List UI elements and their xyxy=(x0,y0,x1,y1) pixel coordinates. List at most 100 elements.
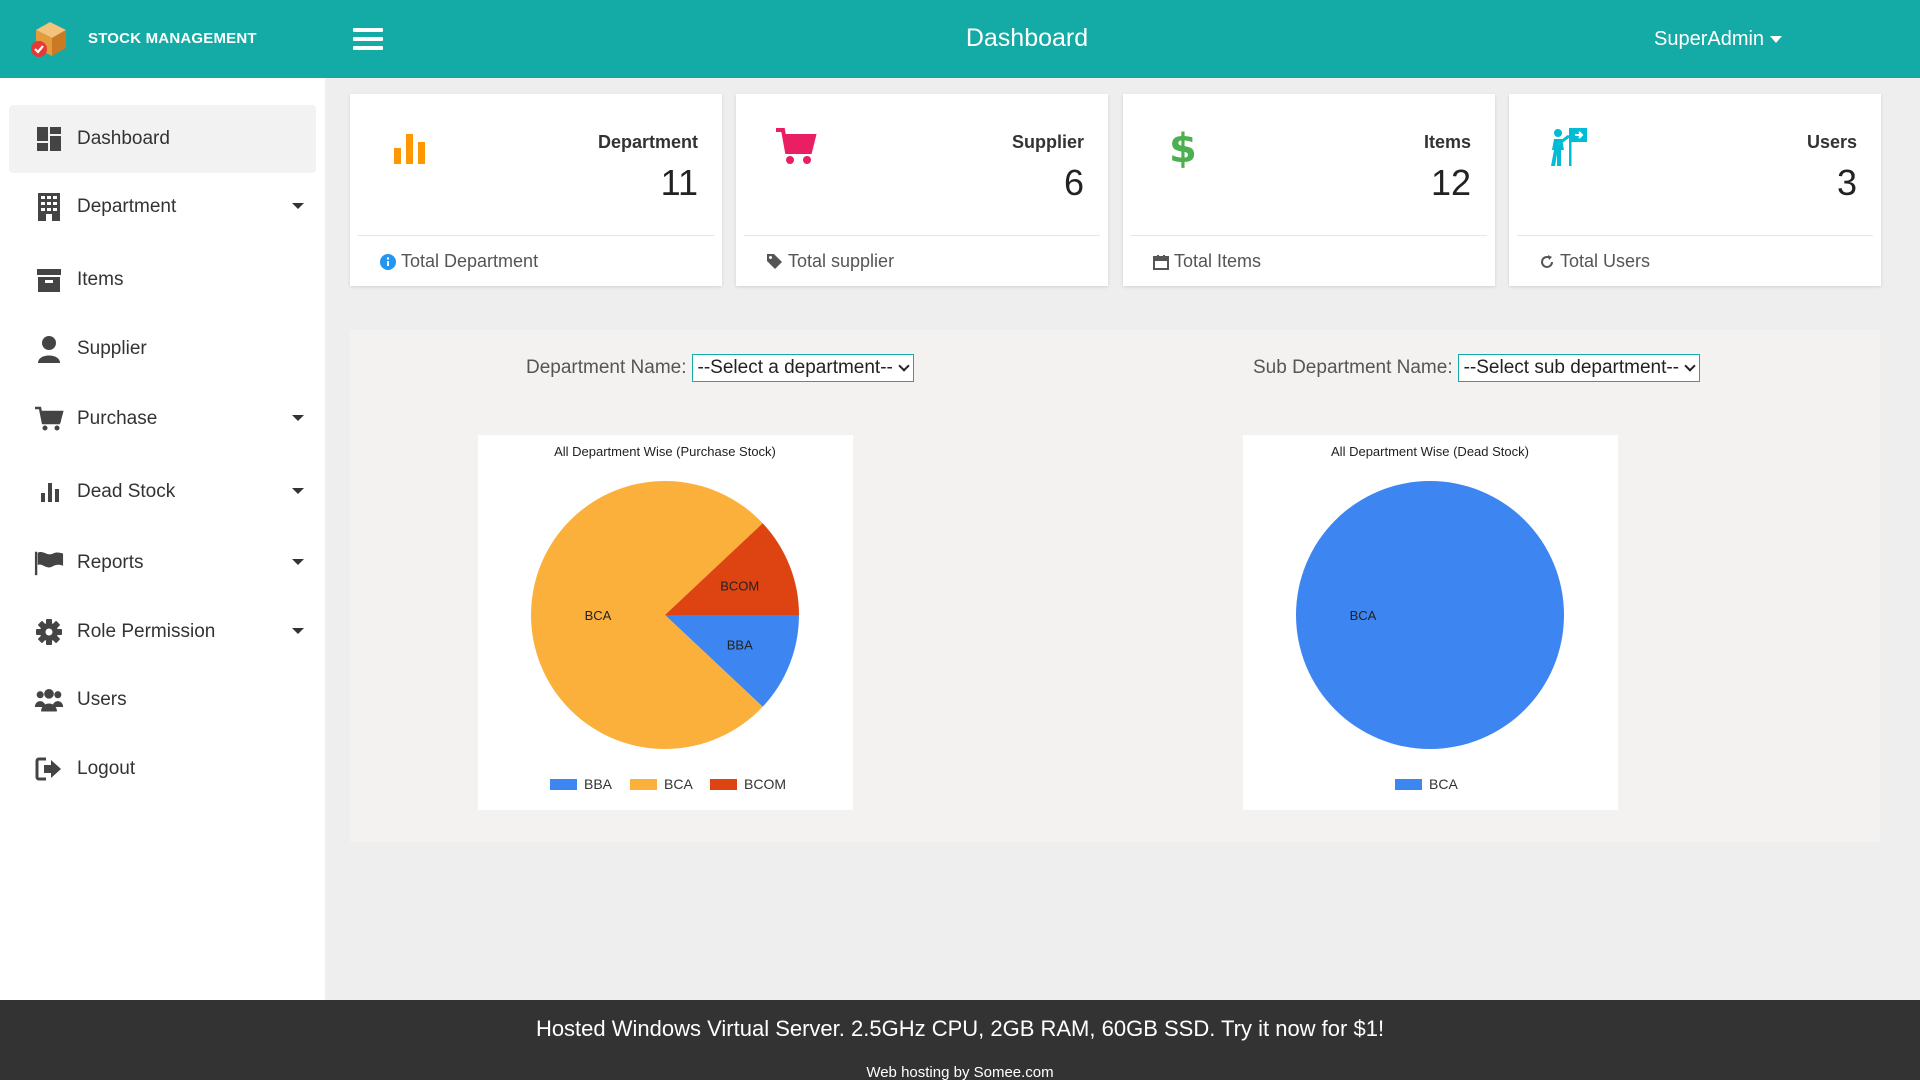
purchase-stock-pie-svg: All Department Wise (Purchase Stock) BBA B… xyxy=(531,444,799,792)
subdepartment-select[interactable]: --Select sub department-- xyxy=(1457,354,1701,382)
caret-down-icon xyxy=(292,488,304,494)
department-card[interactable]: Department 11 Total Department xyxy=(350,94,722,286)
caret-down-icon xyxy=(1770,36,1783,43)
card-footer: Total Users xyxy=(1539,251,1650,272)
chevron-down-icon xyxy=(898,359,910,372)
tag-icon xyxy=(767,254,782,269)
user-icon xyxy=(34,334,64,364)
caret-down-icon xyxy=(292,628,304,634)
legend-swatch xyxy=(710,779,737,790)
card-label: Supplier xyxy=(1011,132,1084,152)
card-value: 11 xyxy=(660,162,698,203)
card-value: 3 xyxy=(1836,162,1857,203)
card-label: Department xyxy=(597,132,698,152)
ad-main-text[interactable]: Hosted Windows Virtual Server. 2.5GHz CP… xyxy=(0,1016,1920,1042)
gear-icon xyxy=(34,617,64,647)
calendar-icon xyxy=(1153,254,1169,270)
legend-label: BCA xyxy=(664,776,693,792)
sidebar-item-role-permission[interactable]: Role Permission xyxy=(9,598,316,666)
hosting-ad-banner[interactable]: Hosted Windows Virtual Server. 2.5GHz CP… xyxy=(0,1000,1920,1080)
pie-slice-bca[interactable] xyxy=(1296,481,1564,749)
pie-slice-label: BCA xyxy=(585,608,612,623)
building-icon xyxy=(34,192,64,222)
purchase-stock-chart: All Department Wise (Purchase Stock) BBA B… xyxy=(478,435,853,810)
caret-down-icon xyxy=(292,203,304,209)
users-icon xyxy=(34,685,64,715)
sidebar-item-label: Dashboard xyxy=(77,128,170,149)
card-value: 12 xyxy=(1430,162,1471,203)
sidebar-item-logout[interactable]: Logout xyxy=(9,735,316,803)
sidebar-item-dead-stock[interactable]: Dead Stock xyxy=(9,458,316,526)
sidebar-item-label: Purchase xyxy=(77,408,158,429)
charts-panel: Department Name: --Select a department--… xyxy=(350,330,1880,842)
top-bar: STOCK MANAGEMENT Dashboard SuperAdmin xyxy=(0,0,1920,78)
subdepartment-select-value: --Select sub department-- xyxy=(1463,357,1680,378)
dead-stock-pie-svg: All Department Wise (Dead Stock) BCA BCA xyxy=(1296,444,1564,792)
department-select[interactable]: --Select a department-- xyxy=(691,354,914,382)
pie-slice-label: BBA xyxy=(727,638,753,653)
divider xyxy=(358,235,714,236)
divider xyxy=(744,235,1100,236)
caret-down-icon xyxy=(292,415,304,421)
info-icon xyxy=(380,253,396,270)
chart-title: All Department Wise (Purchase Stock) xyxy=(554,444,776,459)
subdepartment-filter-label: Sub Department Name: xyxy=(1253,357,1453,378)
users-card[interactable]: Users 3 Total Users xyxy=(1509,94,1881,286)
legend-swatch xyxy=(1395,779,1422,790)
legend-swatch xyxy=(550,779,577,790)
legend-label: BBA xyxy=(584,776,613,792)
card-label: Items xyxy=(1423,132,1471,152)
card-footer: Total Items xyxy=(1153,251,1261,272)
sidebar-item-department[interactable]: Department xyxy=(9,173,316,241)
supplier-card[interactable]: Supplier 6 Total supplier xyxy=(736,94,1108,286)
user-name: SuperAdmin xyxy=(1654,28,1765,50)
dead-stock-chart: All Department Wise (Dead Stock) BCA BCA xyxy=(1243,435,1618,810)
sidebar-item-label: Supplier xyxy=(77,338,147,359)
ad-sub-text[interactable]: Web hosting by Somee.com xyxy=(0,1064,1920,1080)
sidebar-item-supplier[interactable]: Supplier xyxy=(9,315,316,383)
sidebar-item-label: Items xyxy=(77,269,124,290)
sidebar-item-label: Dead Stock xyxy=(77,481,176,502)
sidebar-item-label: Role Permission xyxy=(77,621,216,642)
card-footer-text: Total supplier xyxy=(788,251,895,271)
sidebar: Dashboard Department Items Supplier Purc… xyxy=(0,78,325,1000)
legend-swatch xyxy=(630,779,657,790)
chart-title: All Department Wise (Dead Stock) xyxy=(1331,444,1529,459)
sidebar-item-reports[interactable]: Reports xyxy=(9,529,316,597)
items-card[interactable]: $ Items 12 Total Items xyxy=(1123,94,1495,286)
pie-slice-label: BCOM xyxy=(720,578,759,593)
chevron-down-icon xyxy=(1684,359,1696,372)
sidebar-item-label: Reports xyxy=(77,552,144,573)
department-filter-label: Department Name: xyxy=(526,357,687,378)
sidebar-item-users[interactable]: Users xyxy=(9,666,316,734)
sidebar-item-items[interactable]: Items xyxy=(9,246,316,314)
divider xyxy=(1131,235,1487,236)
card-footer-text: Total Users xyxy=(1560,251,1651,271)
dollar-icon: $ xyxy=(1169,126,1197,168)
sidebar-item-label: Users xyxy=(77,689,127,710)
page-title: Dashboard xyxy=(965,24,1089,52)
cart-icon xyxy=(34,404,64,434)
sidebar-item-label: Logout xyxy=(77,758,136,779)
sidebar-item-dashboard[interactable]: Dashboard xyxy=(9,105,316,173)
dashboard-icon xyxy=(34,124,64,154)
card-footer: Total supplier xyxy=(766,251,894,272)
subdepartment-filter: Sub Department Name: --Select sub depart… xyxy=(1253,354,1701,382)
legend-label: BCA xyxy=(1429,776,1458,792)
legend-label: BCOM xyxy=(744,776,786,792)
bar-chart-icon xyxy=(394,134,425,164)
divider xyxy=(1517,235,1873,236)
card-footer-text: Total Department xyxy=(401,251,539,271)
department-select-value: --Select a department-- xyxy=(697,357,893,378)
sidebar-item-label: Department xyxy=(77,196,177,217)
department-filter: Department Name: --Select a department-- xyxy=(526,354,914,382)
archive-icon xyxy=(34,265,64,295)
flag-icon xyxy=(34,548,64,578)
card-footer-text: Total Items xyxy=(1174,251,1262,271)
cart-icon xyxy=(776,128,817,164)
sidebar-item-purchase[interactable]: Purchase xyxy=(9,385,316,453)
user-menu-button[interactable]: SuperAdmin xyxy=(1654,28,1783,51)
card-footer: Total Department xyxy=(380,251,538,272)
caret-down-icon xyxy=(292,559,304,565)
card-label: Users xyxy=(1806,132,1857,152)
